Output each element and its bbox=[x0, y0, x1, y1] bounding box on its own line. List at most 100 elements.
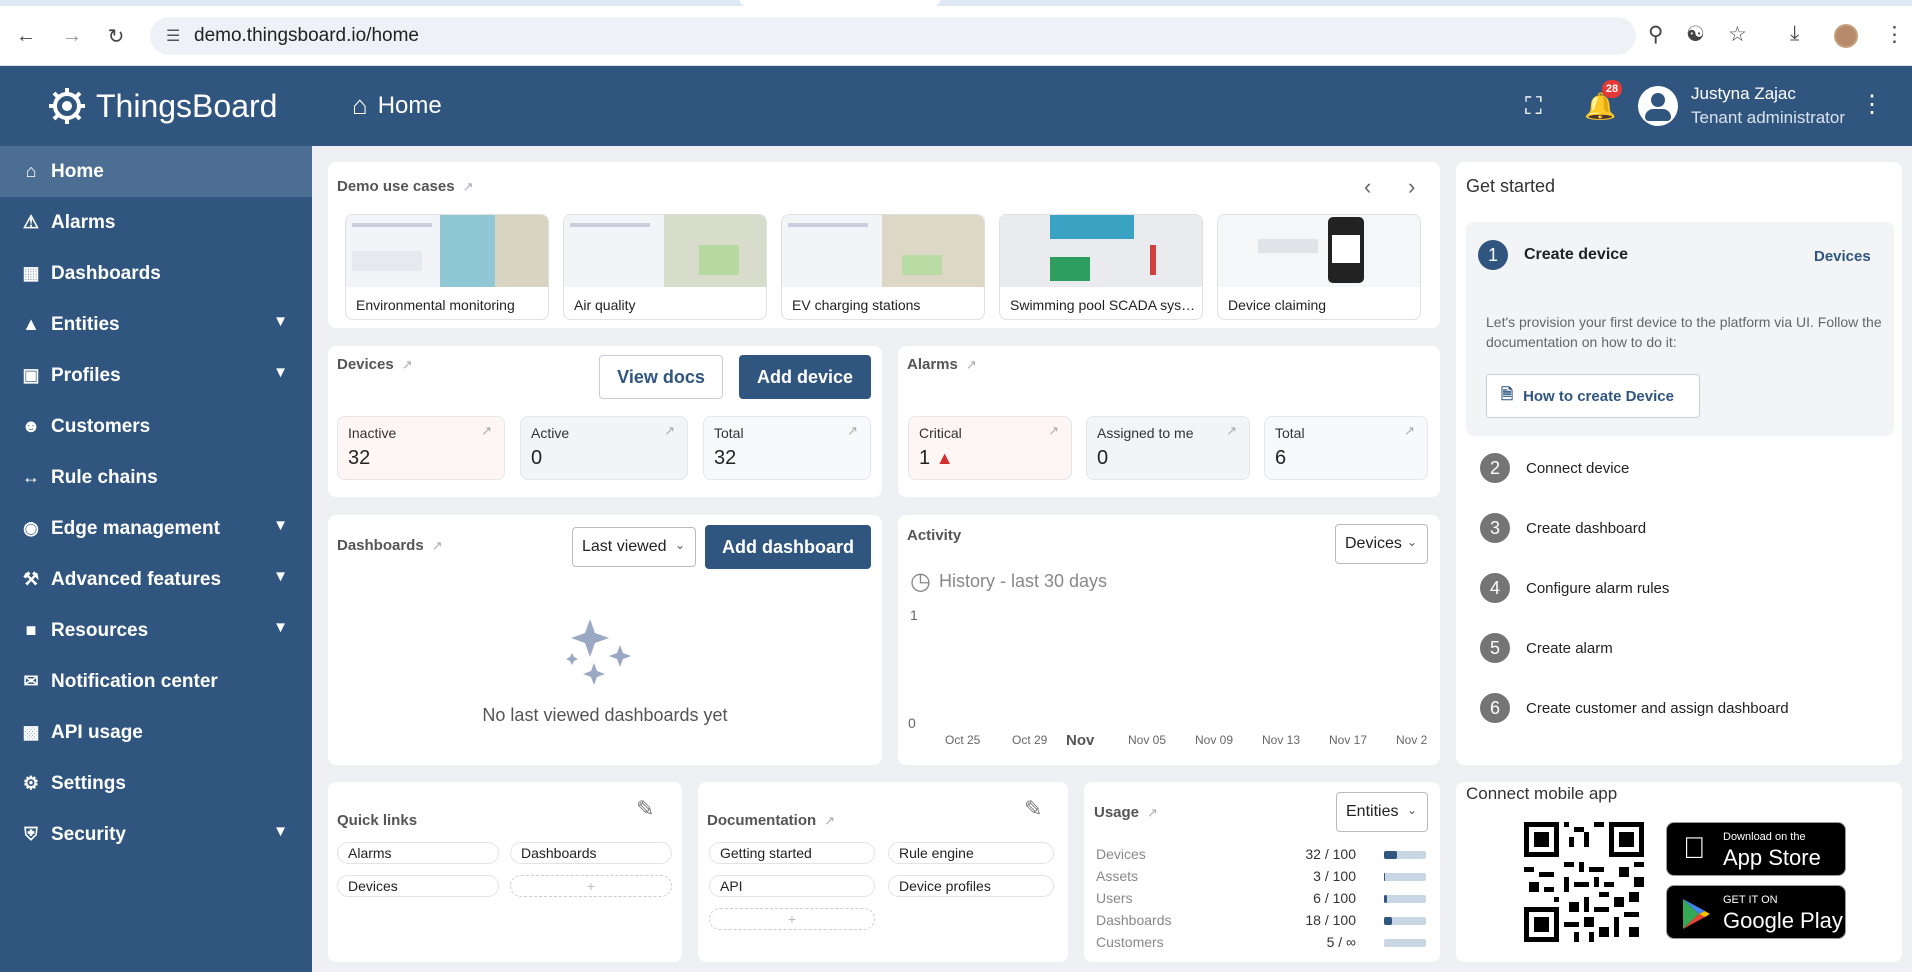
step-6[interactable]: 6 Create customer and assign dashboard bbox=[1480, 693, 1789, 723]
chrome-menu-icon[interactable]: ⋮ bbox=[1884, 22, 1905, 47]
demo-card-environmental[interactable]: Environmental monitoring bbox=[345, 214, 549, 320]
sidebar-item-profiles[interactable]: ▣ Profiles ▼ bbox=[0, 350, 312, 401]
alarms-total-stat[interactable]: Total 6 ↗ bbox=[1264, 416, 1428, 480]
button-label: How to create Device bbox=[1523, 387, 1674, 405]
demo-card-label: EV charging stations bbox=[792, 297, 921, 313]
doc-link-getting-started[interactable]: Getting started bbox=[709, 842, 875, 864]
step-4[interactable]: 4 Configure alarm rules bbox=[1480, 573, 1669, 603]
x-tick: Nov 09 bbox=[1195, 733, 1234, 747]
logo[interactable]: ThingsBoard bbox=[0, 66, 312, 146]
step-number: 6 bbox=[1480, 693, 1510, 723]
user-name[interactable]: Justyna Zajac bbox=[1691, 84, 1796, 104]
address-bar[interactable]: ☰ demo.thingsboard.io/home bbox=[150, 17, 1636, 55]
home-icon: ⌂ bbox=[352, 90, 368, 120]
brand-name: ThingsBoard bbox=[96, 87, 278, 124]
tab-strip bbox=[0, 0, 1912, 6]
demo-card-ev-charging[interactable]: EV charging stations bbox=[781, 214, 985, 320]
step-3[interactable]: 3 Create dashboard bbox=[1480, 513, 1646, 543]
demo-card-air-quality[interactable]: Air quality bbox=[563, 214, 767, 320]
password-key-icon[interactable]: ⚲ bbox=[1648, 22, 1663, 47]
folder-icon: ■ bbox=[25, 620, 37, 640]
demo-card-device-claiming[interactable]: Device claiming bbox=[1217, 214, 1421, 320]
profile-avatar[interactable] bbox=[1834, 24, 1858, 48]
how-to-create-device-button[interactable]: 🗎 How to create Device bbox=[1486, 374, 1700, 418]
fullscreen-icon[interactable]: ⛶ bbox=[1525, 93, 1542, 121]
devices-active-stat[interactable]: Active 0 ↗ bbox=[520, 416, 688, 480]
add-doc-link-button[interactable]: + bbox=[709, 908, 875, 930]
usage-type-select[interactable]: Entities ⌄ bbox=[1336, 792, 1428, 832]
add-dashboard-button[interactable]: Add dashboard bbox=[705, 525, 871, 569]
usage-row: Customers 5 / ∞ bbox=[1096, 934, 1426, 952]
step-label: Create alarm bbox=[1526, 639, 1613, 657]
bookmark-star-icon[interactable]: ☆ bbox=[1728, 22, 1747, 47]
home-icon: ⌂ bbox=[25, 161, 37, 181]
devices-inactive-stat[interactable]: Inactive 32 ↗ bbox=[337, 416, 505, 480]
next-arrow-icon[interactable]: › bbox=[1408, 174, 1415, 200]
step-number: 5 bbox=[1480, 633, 1510, 663]
devices-total-stat[interactable]: Total 32 ↗ bbox=[703, 416, 871, 480]
chevron-down-icon: ▼ bbox=[273, 517, 288, 534]
usage-title: Usage bbox=[1094, 804, 1140, 821]
edit-icon[interactable]: ✎ bbox=[1024, 796, 1042, 822]
usage-label: Assets bbox=[1096, 868, 1139, 884]
quick-link-dashboards[interactable]: Dashboards bbox=[510, 842, 672, 864]
step-2[interactable]: 2 Connect device bbox=[1480, 453, 1629, 483]
last-viewed-select[interactable]: Last viewed ⌄ bbox=[572, 527, 696, 567]
translate-icon[interactable]: ☯ bbox=[1686, 22, 1705, 47]
sidebar-item-security[interactable]: ⛨ Security ▼ bbox=[0, 809, 312, 860]
sidebar-item-notification-center[interactable]: ✉ Notification center bbox=[0, 656, 312, 707]
doc-link-rule-engine[interactable]: Rule engine bbox=[888, 842, 1054, 864]
thingsboard-logo-icon bbox=[49, 88, 85, 124]
view-docs-button[interactable]: View docs bbox=[599, 355, 723, 399]
demo-card-swimming-pool[interactable]: Swimming pool SCADA system bbox=[999, 214, 1203, 320]
edit-icon[interactable]: ✎ bbox=[636, 796, 654, 822]
sidebar-item-customers[interactable]: ☻ Customers bbox=[0, 401, 312, 452]
google-play-button[interactable]: GET IT ON Google Play bbox=[1666, 885, 1846, 939]
open-external-icon[interactable]: ↗ bbox=[966, 357, 977, 372]
sidebar-item-alarms[interactable]: ⚠ Alarms bbox=[0, 197, 312, 248]
open-external-icon[interactable]: ↗ bbox=[824, 813, 835, 828]
doc-link-device-profiles[interactable]: Device profiles bbox=[888, 875, 1054, 897]
open-external-icon[interactable]: ↗ bbox=[402, 357, 413, 372]
activity-entity-select[interactable]: Devices ⌄ bbox=[1335, 524, 1428, 564]
alarms-critical-stat[interactable]: Critical 1 ▲ ↗ bbox=[908, 416, 1072, 480]
add-device-button[interactable]: Add device bbox=[739, 355, 871, 399]
user-avatar[interactable] bbox=[1638, 86, 1678, 126]
reload-icon[interactable]: ↻ bbox=[102, 22, 130, 50]
prev-arrow-icon[interactable]: ‹ bbox=[1364, 174, 1371, 200]
sidebar-item-advanced-features[interactable]: ⚒ Advanced features ▼ bbox=[0, 554, 312, 605]
quick-link-devices[interactable]: Devices bbox=[337, 875, 499, 897]
sidebar-item-dashboards[interactable]: ▦ Dashboards bbox=[0, 248, 312, 299]
step-number: 1 bbox=[1478, 240, 1508, 270]
page-title-text: Home bbox=[377, 91, 442, 119]
alarms-assigned-stat[interactable]: Assigned to me 0 ↗ bbox=[1086, 416, 1250, 480]
devices-title: Devices bbox=[337, 356, 394, 373]
forward-icon[interactable]: → bbox=[58, 22, 86, 50]
sidebar-item-api-usage[interactable]: ▩ API usage bbox=[0, 707, 312, 758]
step-5[interactable]: 5 Create alarm bbox=[1480, 633, 1613, 663]
demo-title: Demo use cases bbox=[337, 178, 455, 195]
sidebar-item-rule-chains[interactable]: ↔ Rule chains bbox=[0, 452, 312, 503]
stat-label: Inactive bbox=[348, 425, 397, 441]
demo-card-label: Air quality bbox=[574, 297, 636, 313]
open-external-icon[interactable]: ↗ bbox=[463, 179, 474, 194]
doc-link-api[interactable]: API bbox=[709, 875, 875, 897]
sidebar-item-edge-management[interactable]: ◉ Edge management ▼ bbox=[0, 503, 312, 554]
quick-link-alarms[interactable]: Alarms bbox=[337, 842, 499, 864]
open-external-icon[interactable]: ↗ bbox=[1147, 805, 1158, 820]
devices-link[interactable]: Devices bbox=[1814, 248, 1871, 265]
open-external-icon[interactable]: ↗ bbox=[432, 538, 443, 553]
app-store-button[interactable]:  Download on the App Store bbox=[1666, 822, 1846, 876]
more-menu-icon[interactable]: ⋮ bbox=[1860, 90, 1884, 119]
sidebar-item-settings[interactable]: ⚙ Settings bbox=[0, 758, 312, 809]
site-info-icon[interactable]: ☰ bbox=[166, 26, 180, 46]
sidebar-item-resources[interactable]: ■ Resources ▼ bbox=[0, 605, 312, 656]
open-arrow-icon: ↗ bbox=[1404, 423, 1415, 438]
add-quick-link-button[interactable]: + bbox=[510, 875, 672, 897]
download-icon[interactable]: ⤓ bbox=[1790, 22, 1799, 46]
dashboard-icon: ▦ bbox=[22, 263, 40, 283]
devices-card: Devices ↗ View docs Add device Inactive 32… bbox=[328, 346, 882, 497]
sidebar-item-entities[interactable]: ▲ Entities ▼ bbox=[0, 299, 312, 350]
back-icon[interactable]: ← bbox=[12, 22, 40, 50]
sidebar-item-home[interactable]: ⌂ Home bbox=[0, 146, 312, 197]
